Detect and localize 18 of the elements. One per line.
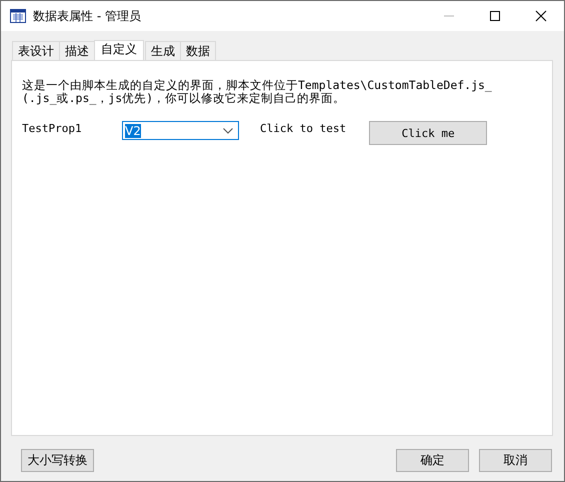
property-label: TestProp1 [22,122,83,135]
description-text: 这是一个由脚本生成的自定义的界面，脚本文件位于Templates\CustomTableDef.js_ (.js_或.ps_，js优先)，你可以修改它来定制自己的界面。 [22,79,493,105]
test-button[interactable]: Click me [369,121,488,145]
maximize-icon[interactable] [489,10,501,22]
footer-button[interactable]: 确定 [396,449,469,472]
value-dropdown[interactable]: V2 [122,121,239,140]
tab[interactable]: 表设计 [12,41,60,60]
test-label: Click to test [260,122,346,135]
window-title: 数据表属性 - 管理员 [33,8,141,24]
close-icon[interactable] [535,10,547,22]
tab[interactable]: 生成 [145,41,181,60]
footer-button[interactable]: 大小写转换 [21,449,94,472]
table-icon [10,9,26,23]
tab[interactable]: 数据 [180,41,216,60]
tab[interactable]: 自定义 [94,40,144,60]
chevron-down-icon [223,128,233,134]
footer-button[interactable]: 取消 [479,449,552,472]
tab[interactable]: 描述 [59,41,95,60]
